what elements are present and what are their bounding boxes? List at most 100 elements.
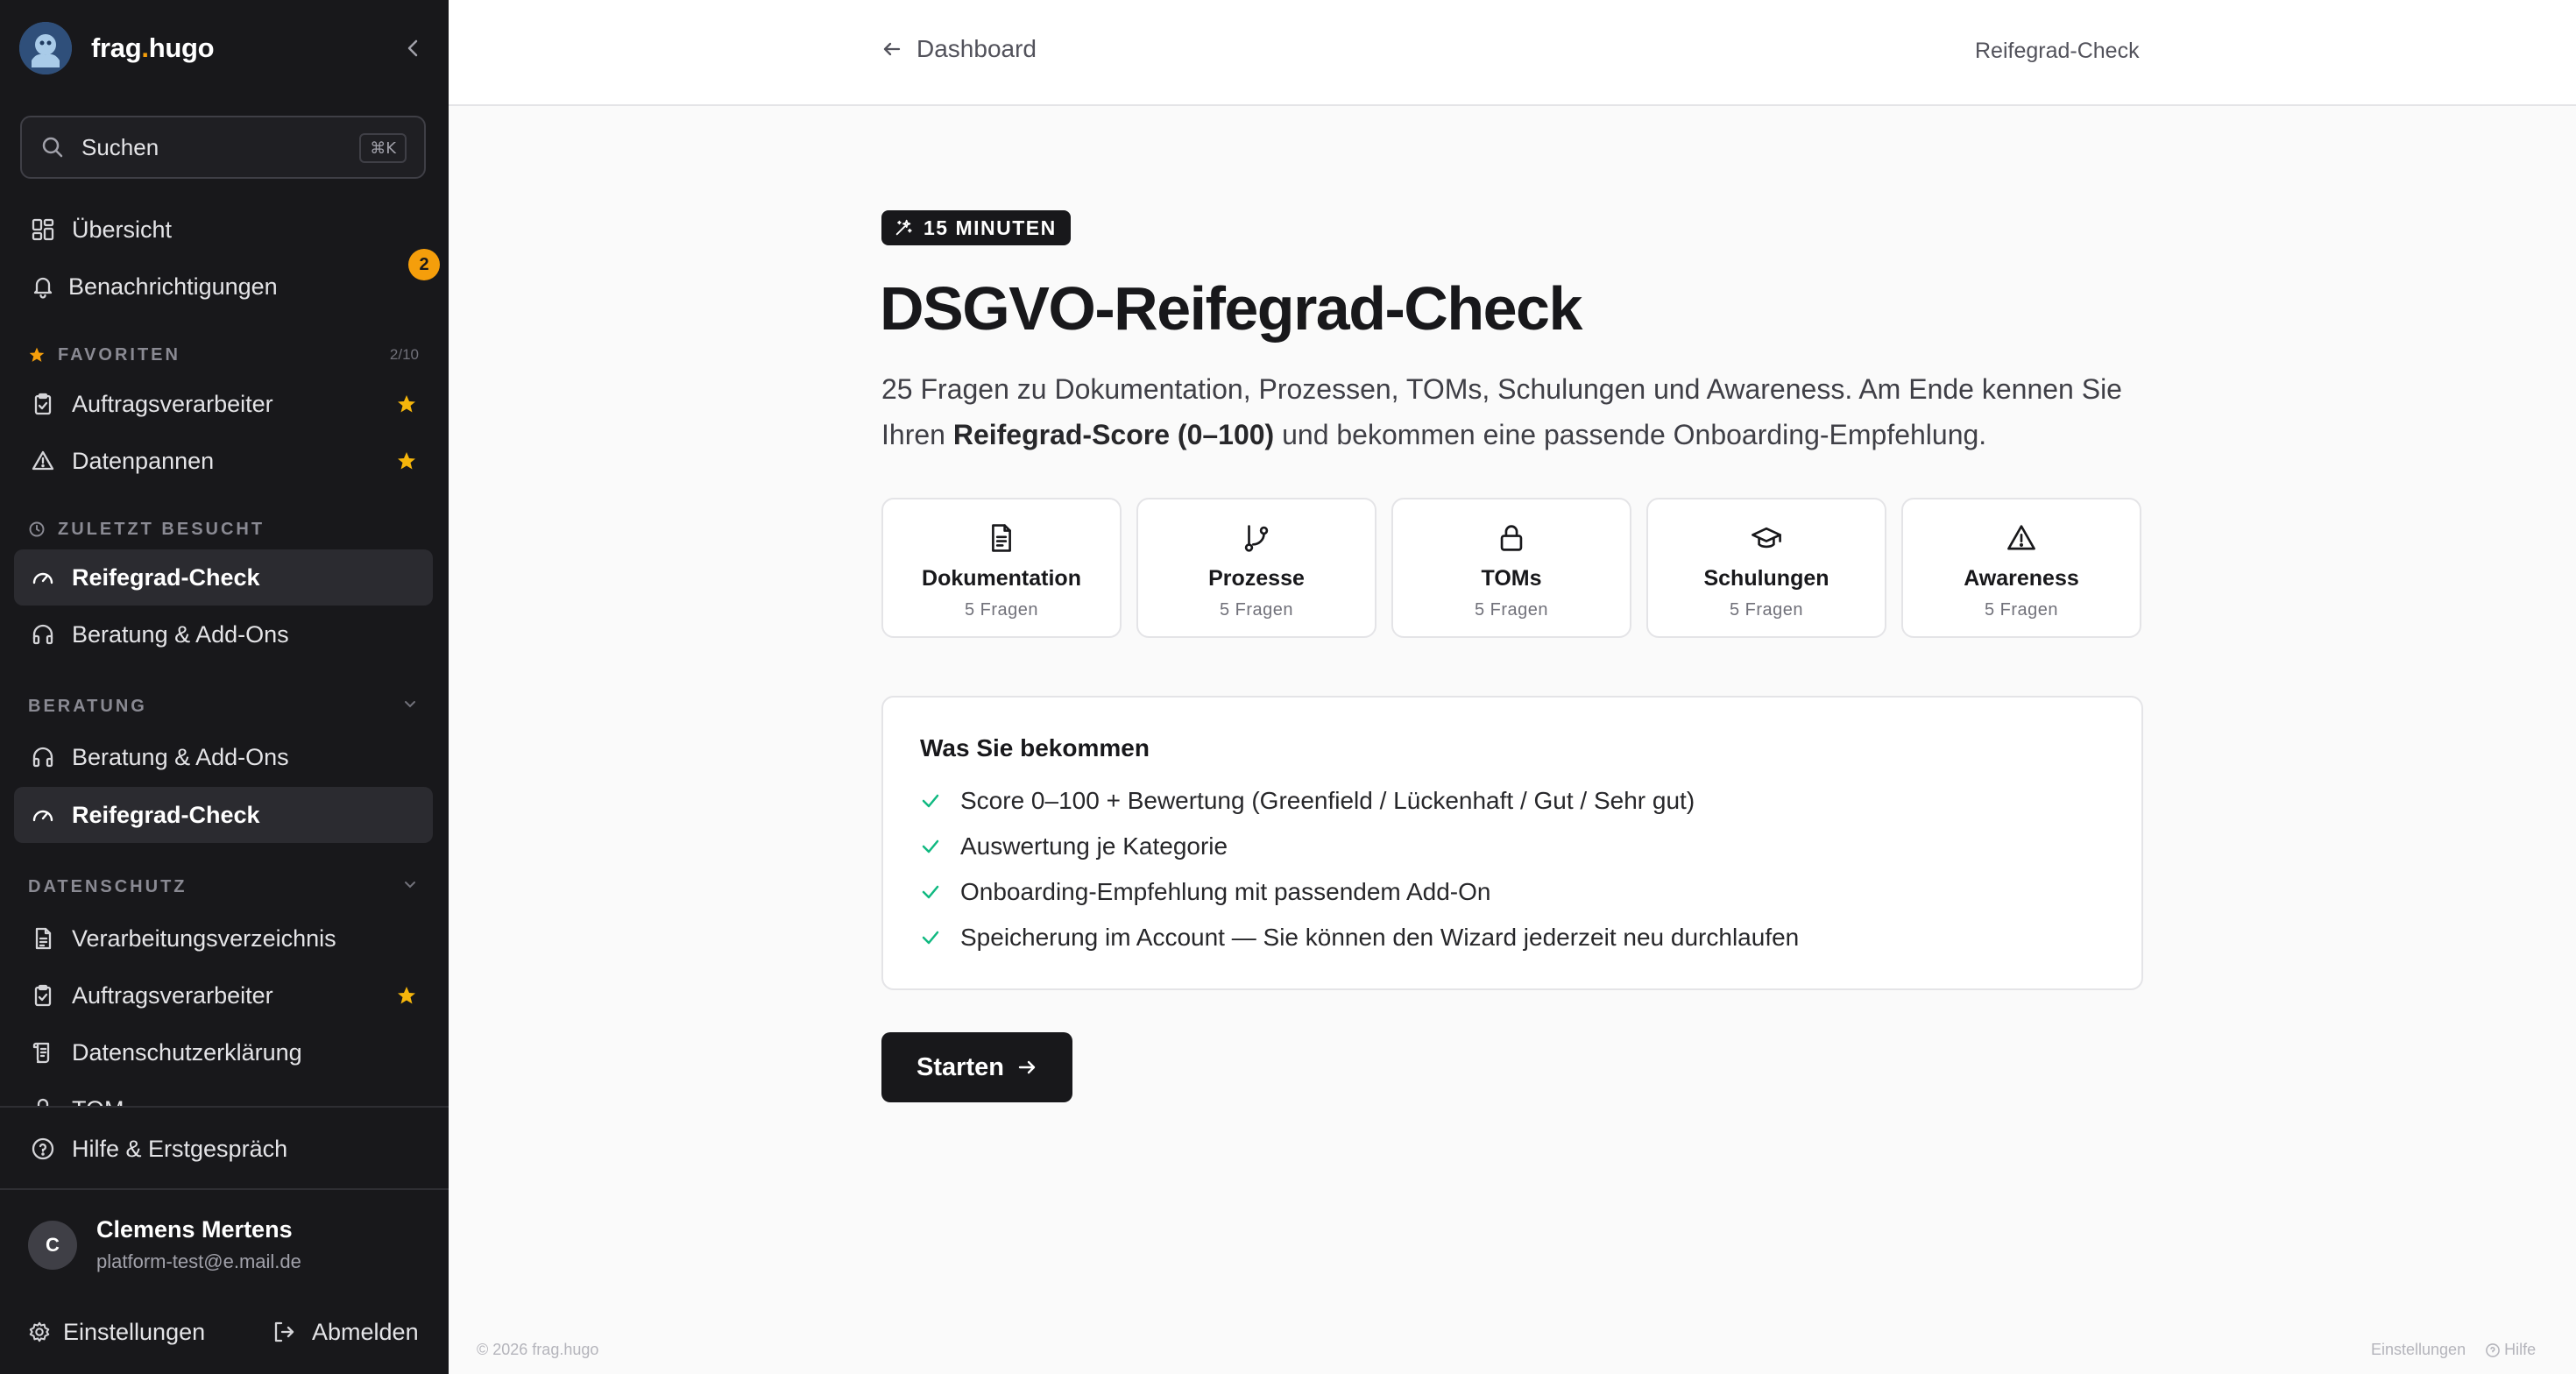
search-shortcut: ⌘K <box>359 133 407 163</box>
category-card-prozesse: Prozesse 5 Fragen <box>1136 498 1376 638</box>
footer-help-link[interactable]: Hilfe <box>2485 1341 2536 1359</box>
sidebar-item-label: Reifegrad-Check <box>72 801 260 828</box>
section-datenschutz[interactable]: DATENSCHUTZ <box>28 874 419 900</box>
star-icon <box>28 345 47 365</box>
footer-settings-link[interactable]: Einstellungen <box>2371 1341 2466 1359</box>
score-highlight: Reifegrad-Score (0–100) <box>952 419 1275 450</box>
brand-name: frag.hugo <box>91 32 215 63</box>
help-button[interactable]: Hilfe & Erstgespräch <box>14 1121 433 1177</box>
gear-icon <box>29 1321 50 1342</box>
start-button[interactable]: Starten <box>881 1032 1072 1102</box>
star-icon[interactable] <box>396 450 417 471</box>
category-card-toms: TOMs 5 Fragen <box>1391 498 1631 638</box>
sidebar-scroll-clip: TOM <box>0 1078 449 1106</box>
help-circle-icon <box>28 1134 58 1164</box>
sidebar-item-tom[interactable]: TOM <box>14 1081 433 1106</box>
sidebar-item-reifegrad-check[interactable]: Reifegrad-Check <box>14 787 433 843</box>
category-card-schulungen: Schulungen 5 Fragen <box>1646 498 1886 638</box>
sidebar-item-beratung-addons[interactable]: Beratung & Add-Ons <box>14 729 433 785</box>
topbar <box>449 0 2576 106</box>
sidebar: frag.hugo Suchen ⌘K Übersicht Benachrich… <box>0 0 449 1374</box>
logout-icon <box>274 1321 294 1342</box>
back-label: Dashboard <box>916 35 1037 62</box>
document-icon <box>28 924 58 953</box>
brand[interactable]: frag.hugo <box>19 19 215 77</box>
favorites-count: 2/10 <box>389 346 419 363</box>
gauge-icon <box>28 800 58 830</box>
settings-button[interactable]: Einstellungen <box>28 1314 205 1349</box>
section-beratung[interactable]: BERATUNG <box>28 693 419 719</box>
sidebar-item-notifications[interactable]: Benachrichtigungen <box>14 259 433 315</box>
sidebar-item-label: Reifegrad-Check <box>72 563 260 591</box>
search-button[interactable]: Suchen ⌘K <box>20 116 426 179</box>
sidebar-item-datenschutzerklaerung[interactable]: Datenschutzerklärung <box>14 1024 433 1080</box>
check-icon <box>920 926 943 949</box>
benefits-card: Was Sie bekommen Score 0–100 + Bewertung… <box>881 696 2143 990</box>
grid-icon <box>28 215 58 244</box>
clipboard-check-icon <box>28 389 58 419</box>
copyright: © 2026 frag.hugo <box>477 1341 599 1358</box>
headphones-icon <box>28 742 58 772</box>
sidebar-item-recent-reifegrad-check[interactable]: Reifegrad-Check <box>14 549 433 606</box>
sidebar-item-label: Auftragsverarbeiter <box>72 981 273 1009</box>
section-recent: ZULETZT BESUCHT <box>28 516 419 542</box>
warning-icon <box>28 446 58 476</box>
clipboard-check-icon <box>28 981 58 1010</box>
user-profile[interactable]: C Clemens Mertens platform-test@e.mail.d… <box>28 1216 301 1273</box>
chevron-down-icon <box>405 882 415 889</box>
notification-badge: 2 <box>408 249 440 280</box>
section-favorites: FAVORITEN 2/10 <box>28 342 419 368</box>
document-icon <box>984 521 1019 556</box>
gauge-icon <box>28 563 58 592</box>
check-icon <box>920 881 943 903</box>
page-title: DSGVO-Reifegrad-Check <box>880 274 1582 343</box>
star-icon[interactable] <box>396 393 417 414</box>
footer-links: Einstellungen Hilfe <box>2371 1341 2536 1359</box>
git-branch-icon <box>1239 521 1274 556</box>
sidebar-item-favorite-auftragsverarbeiter[interactable]: Auftragsverarbeiter <box>14 376 433 432</box>
logout-button[interactable]: Abmelden <box>272 1314 419 1349</box>
sidebar-item-label: Verarbeitungsverzeichnis <box>72 924 336 952</box>
check-icon <box>920 835 943 858</box>
brand-logo <box>19 22 72 74</box>
benefit-item: Speicherung im Account — Sie können den … <box>920 920 1799 955</box>
sidebar-item-label: Übersicht <box>72 216 173 243</box>
page-description: 25 Fragen zu Dokumentation, Prozessen, T… <box>881 373 2122 450</box>
user-name: Clemens Mertens <box>96 1216 293 1243</box>
chevron-left-icon <box>407 39 418 57</box>
arrow-right-icon <box>1018 1060 1036 1074</box>
collapse-sidebar-button[interactable] <box>400 33 426 63</box>
search-label: Suchen <box>81 133 159 160</box>
sidebar-item-verarbeitungsverzeichnis[interactable]: Verarbeitungsverzeichnis <box>14 910 433 967</box>
sidebar-item-favorite-datenpannen[interactable]: Datenpannen <box>14 433 433 489</box>
sidebar-item-label: Datenschutzerklärung <box>72 1038 302 1066</box>
headphones-icon <box>28 620 58 649</box>
sidebar-item-auftragsverarbeiter[interactable]: Auftragsverarbeiter <box>14 967 433 1023</box>
lock-icon <box>1494 521 1529 556</box>
sidebar-item-overview[interactable]: Übersicht <box>14 202 433 258</box>
clock-icon <box>28 520 47 539</box>
sidebar-item-label: Benachrichtigungen <box>68 273 278 300</box>
graduation-cap-icon <box>1749 521 1784 556</box>
arrow-left-icon <box>883 42 901 56</box>
search-icon <box>42 137 63 158</box>
sidebar-item-recent-beratung[interactable]: Beratung & Add-Ons <box>14 606 433 662</box>
category-card-awareness: Awareness 5 Fragen <box>1901 498 2141 638</box>
sidebar-item-label: TOM <box>72 1096 124 1107</box>
back-to-dashboard-link[interactable]: Dashboard <box>881 35 1037 63</box>
help-circle-icon <box>2486 1342 2500 1357</box>
settings-label: Einstellungen <box>63 1318 206 1345</box>
breadcrumb: Reifegrad-Check <box>1975 39 2140 63</box>
scroll-icon <box>28 1038 58 1067</box>
user-email: platform-test@e.mail.de <box>96 1250 301 1272</box>
avatar: C <box>28 1220 77 1270</box>
sparkles-icon <box>895 219 912 236</box>
benefits-title: Was Sie bekommen <box>920 734 1150 761</box>
star-icon[interactable] <box>396 985 417 1006</box>
check-icon <box>920 790 943 812</box>
bell-icon <box>28 272 58 301</box>
sidebar-item-label: Datenpannen <box>72 447 215 474</box>
benefit-item: Score 0–100 + Bewertung (Greenfield / Lü… <box>920 783 1695 818</box>
help-label: Hilfe & Erstgespräch <box>72 1135 288 1162</box>
sidebar-item-label: Beratung & Add-Ons <box>72 743 289 770</box>
